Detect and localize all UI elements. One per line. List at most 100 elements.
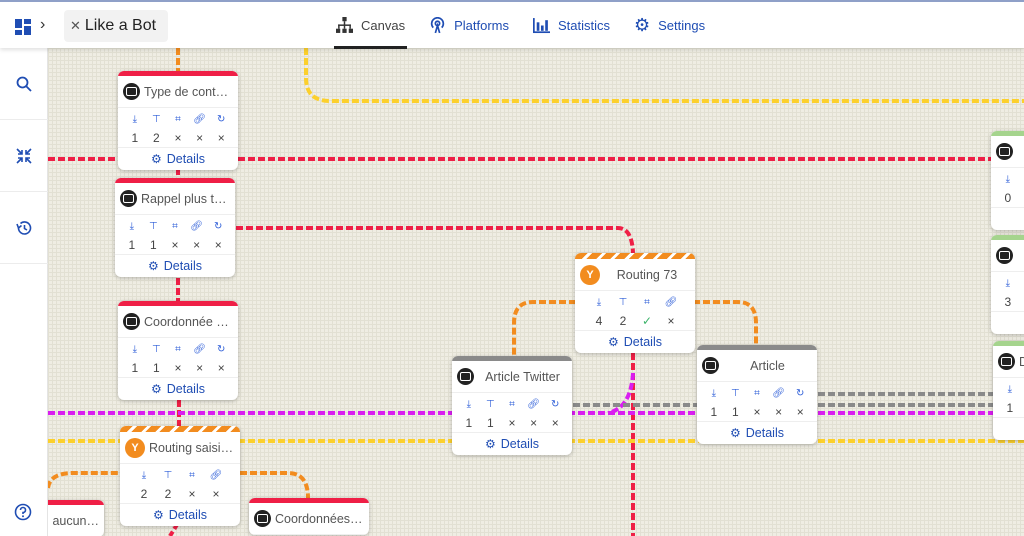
details-button[interactable]: ⚙ Details — [118, 148, 238, 170]
message-icon — [254, 510, 271, 527]
help-icon[interactable] — [14, 503, 32, 521]
node-header: Article — [697, 350, 817, 382]
message-node[interactable]: Coordonnées… — [249, 498, 369, 535]
node-stats: ⤓ ⊤ ⌗ 🔗︎ 4 2 ✓ × — [575, 291, 695, 331]
gear-icon: ⚙ — [148, 259, 159, 273]
connection-red-routing73 — [236, 226, 635, 254]
message-icon — [702, 357, 719, 374]
stat-value: 4 — [595, 314, 603, 328]
stat-value: 1 — [1006, 401, 1014, 415]
details-button[interactable]: ⚙ Details — [575, 331, 695, 353]
node-title: Article — [750, 358, 785, 373]
search-icon — [16, 76, 32, 92]
message-icon — [120, 190, 137, 207]
details-button[interactable]: ⚙ Details — [697, 422, 817, 444]
message-icon — [996, 143, 1013, 160]
stat-value: 2 — [153, 131, 160, 145]
message-node[interactable]: Rappel plus t… ⤓ ⊤ ⌗ 🔗︎ ↻ 1 1 × × × ⚙ Details — [115, 178, 235, 277]
details-button[interactable] — [991, 312, 1024, 334]
link-icon: 🔗︎ — [209, 470, 223, 481]
exit-icon: ⊤ — [618, 297, 628, 308]
details-label: Details — [163, 259, 202, 273]
message-node[interactable]: ⤓ 3 — [991, 235, 1024, 334]
message-node[interactable]: Article ⤓ ⊤ ⌗ 🔗︎ ↻ 1 1 × × × ⚙ Details — [697, 345, 817, 444]
stat-value: × — [508, 416, 516, 430]
node-header — [991, 136, 1024, 168]
entry-icon: ⤓ — [711, 388, 716, 399]
details-button[interactable]: ⚙ Details — [120, 504, 240, 526]
dashboard-icon[interactable] — [15, 19, 31, 35]
routing-node[interactable]: Y Routing saisi… ⤓ ⊤ ⌗ 🔗︎ 2 2 × × ⚙ Details — [120, 426, 240, 526]
message-node[interactable]: Article Twitter ⤓ ⊤ ⌗ 🔗︎ ↻ 1 1 × × × ⚙ Details — [452, 356, 572, 455]
history-button[interactable] — [0, 192, 48, 264]
details-label: Details — [166, 152, 205, 166]
message-icon — [457, 368, 474, 385]
details-button[interactable]: ⚙ Details — [115, 255, 235, 277]
gear-icon: ⚙ — [608, 335, 619, 349]
collapse-button[interactable] — [0, 120, 48, 192]
tab-statistics[interactable]: Statistics — [531, 2, 612, 48]
stat-value: 1 — [465, 416, 473, 430]
tab-label: Settings — [658, 17, 706, 33]
stat-value: 2 — [164, 487, 172, 501]
node-title: Coordonnées… — [275, 511, 363, 526]
node-title: Coordonnée … — [144, 314, 229, 329]
stat-value: 1 — [487, 416, 494, 430]
link-icon: 🔗︎ — [193, 344, 206, 355]
stat-value: 1 — [153, 361, 160, 375]
stat-value: 1 — [150, 238, 157, 252]
node-header: Article Twitter — [452, 361, 572, 393]
link-icon: 🔗︎ — [193, 114, 206, 125]
stat-value: 1 — [128, 238, 136, 252]
stat-value: × — [174, 131, 182, 145]
stat-value: 2 — [619, 314, 627, 328]
node-stats: ⤓ ⊤ ⌗ 🔗︎ ↻ 1 1 × × × — [697, 382, 817, 422]
node-stats: ⤓ 1 — [993, 378, 1024, 418]
details-button[interactable]: ⚙ Details — [452, 433, 572, 455]
entry-icon: ⤓ — [1005, 174, 1010, 185]
bot-selector[interactable]: ✕ Like a Bot — [64, 10, 169, 42]
gear-icon: ⚙ — [151, 382, 162, 396]
stat-value: 1 — [131, 131, 139, 145]
tab-platforms[interactable]: Platforms — [427, 2, 511, 48]
grid-icon: ⌗ — [754, 388, 760, 399]
node-header: Coordonnées… — [249, 503, 369, 535]
link-icon: 🔗︎ — [527, 399, 540, 410]
grid-icon: ⌗ — [172, 221, 178, 232]
node-title: Article Twitter — [485, 369, 560, 384]
search-button[interactable] — [0, 48, 48, 120]
tab-canvas[interactable]: Canvas — [334, 2, 408, 49]
node-title: … aucun… — [48, 513, 99, 528]
gear-icon: ⚙ — [485, 437, 496, 451]
grid-icon: ⌗ — [175, 344, 181, 355]
entry-icon: ⤓ — [466, 399, 471, 410]
broadcast-icon — [430, 16, 445, 33]
grid-icon: ⌗ — [189, 470, 195, 481]
connection-yellow-top — [304, 48, 1024, 103]
flow-canvas[interactable]: Type de cont… ⤓ ⊤ ⌗ 🔗︎ ↻ 1 2 × × × ⚙ Details Rapp… — [48, 48, 1024, 536]
message-node[interactable]: … aucun… — [48, 500, 104, 536]
grid-icon: ⌗ — [644, 297, 650, 308]
breadcrumb-chevron-icon: › — [40, 16, 46, 33]
details-label: Details — [166, 382, 205, 396]
details-button[interactable] — [991, 208, 1024, 230]
details-button[interactable]: ⚙ Details — [118, 378, 238, 400]
tab-settings[interactable]: ⚙ Settings — [632, 2, 707, 48]
top-bar: › ✕ Like a Bot Canvas Platforms Statisti… — [0, 0, 1024, 49]
message-node[interactable]: D ⤓ 1 — [993, 341, 1024, 440]
loop-icon: ↻ — [217, 344, 226, 355]
message-node[interactable]: Type de cont… ⤓ ⊤ ⌗ 🔗︎ ↻ 1 2 × × × ⚙ Details — [118, 71, 238, 170]
message-icon — [123, 83, 140, 100]
stat-value: × — [188, 487, 196, 501]
node-title: Rappel plus t… — [141, 191, 227, 206]
entry-icon: ⤓ — [1005, 278, 1010, 289]
main-nav: Canvas Platforms Statistics ⚙ Settings — [334, 2, 707, 49]
details-button[interactable] — [993, 418, 1024, 440]
routing-node[interactable]: Y Routing 73 ⤓ ⊤ ⌗ 🔗︎ 4 2 ✓ × ⚙ Details — [575, 253, 695, 353]
entry-icon: ⤓ — [129, 221, 134, 232]
message-node[interactable]: Coordonnée … ⤓ ⊤ ⌗ 🔗︎ ↻ 1 1 × × × ⚙ Details — [118, 301, 238, 400]
stat-value: 0 — [1004, 191, 1012, 205]
stat-value: × — [551, 416, 559, 430]
node-header — [991, 240, 1024, 272]
message-node[interactable]: ⤓ 0 — [991, 131, 1024, 230]
